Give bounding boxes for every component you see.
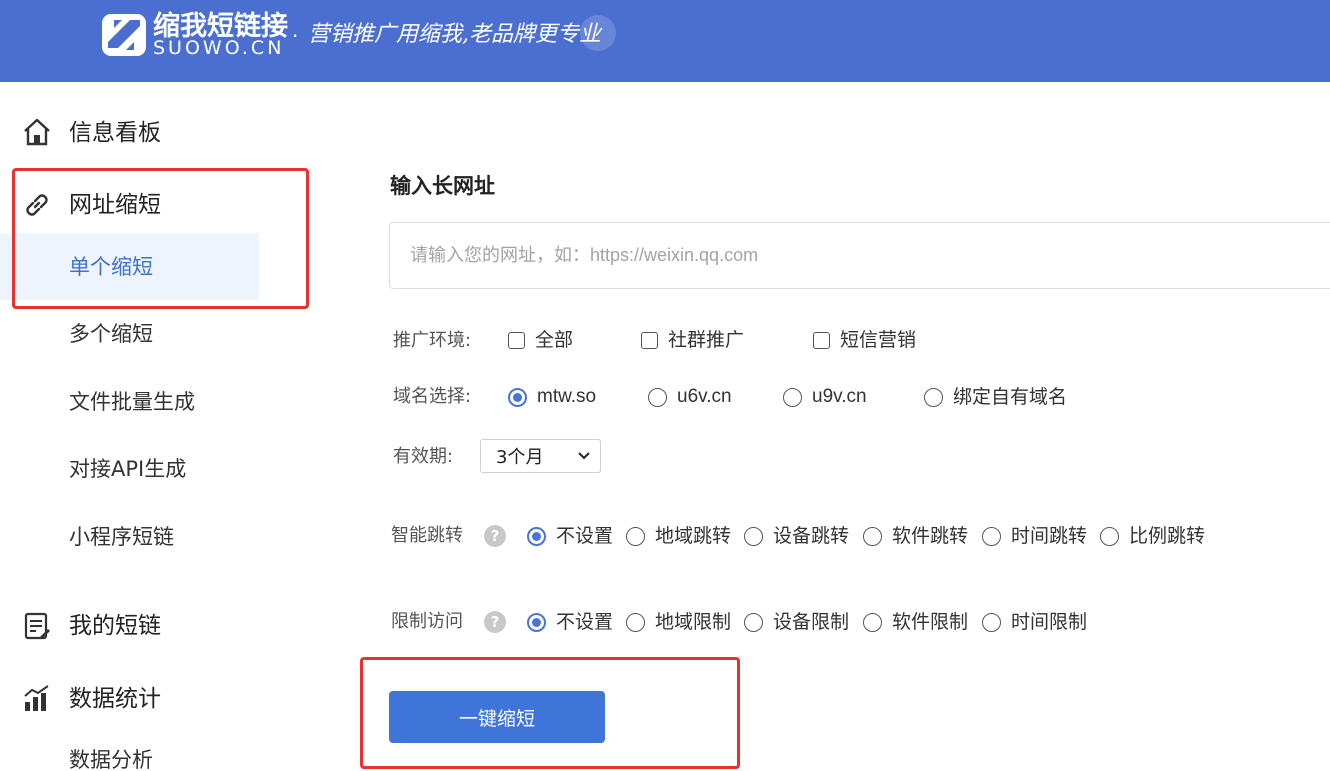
brand-domain: SUOWO.CN xyxy=(153,37,285,59)
option-label: 不设置 xyxy=(556,525,614,547)
validity-selected-value: 3个月 xyxy=(496,447,544,468)
sidebar-item-api[interactable]: 对接API生成 xyxy=(69,454,186,484)
limit-access-radio-device[interactable]: 设备限制 xyxy=(744,610,849,634)
radio-button[interactable] xyxy=(648,387,667,407)
sidebar-item-miniprogram[interactable]: 小程序短链 xyxy=(69,522,174,552)
option-label: 设备跳转 xyxy=(773,525,850,547)
top-header: 缩我短链接 SUOWO.CN · 营销推广用缩我,老品牌更专业 xyxy=(0,0,1330,82)
limit-access-radio-time[interactable]: 时间限制 xyxy=(982,610,1087,634)
sidebar-item-multi-shorten[interactable]: 多个缩短 xyxy=(69,319,153,349)
option-label: 地域跳转 xyxy=(655,525,732,547)
checkbox-box[interactable] xyxy=(641,331,658,349)
chart-icon xyxy=(24,685,49,711)
radio-button[interactable] xyxy=(527,612,546,632)
radio-button[interactable] xyxy=(626,526,645,546)
long-url-input[interactable] xyxy=(389,222,1330,289)
checkbox-box[interactable] xyxy=(813,331,830,349)
option-label: 不设置 xyxy=(556,611,614,633)
sidebar-item-dashboard[interactable]: 信息看板 xyxy=(69,118,161,148)
radio-button[interactable] xyxy=(863,526,882,546)
home-icon xyxy=(24,118,50,146)
option-label: 全部 xyxy=(535,329,574,351)
promo-env-label: 推广环境: xyxy=(393,330,472,351)
promo-env-sms-checkbox[interactable]: 短信营销 xyxy=(813,328,916,352)
limit-access-radio-none[interactable]: 不设置 xyxy=(527,610,613,634)
option-label: 地域限制 xyxy=(655,611,732,633)
brand-slogan: 营销推广用缩我,老品牌更专业 xyxy=(308,22,601,47)
radio-button[interactable] xyxy=(527,526,546,546)
option-label: 设备限制 xyxy=(773,611,850,633)
validity-label: 有效期: xyxy=(393,446,454,467)
radio-button[interactable] xyxy=(508,387,527,407)
limit-access-radio-software[interactable]: 软件限制 xyxy=(863,610,968,634)
limit-access-radio-region[interactable]: 地域限制 xyxy=(626,610,731,634)
option-label: 时间跳转 xyxy=(1011,525,1088,547)
radio-button[interactable] xyxy=(744,526,763,546)
smart-redirect-radio-ratio[interactable]: 比例跳转 xyxy=(1100,524,1205,548)
option-label: 社群推广 xyxy=(668,329,745,351)
brand-separator: · xyxy=(292,24,299,48)
smart-redirect-radio-region[interactable]: 地域跳转 xyxy=(626,524,731,548)
smart-redirect-radio-device[interactable]: 设备跳转 xyxy=(744,524,849,548)
smart-redirect-radio-time[interactable]: 时间跳转 xyxy=(982,524,1087,548)
domain-radio-u6v[interactable]: u6v.cn xyxy=(648,385,732,409)
logo-icon xyxy=(102,14,146,56)
option-label: u6v.cn xyxy=(677,386,732,407)
radio-button[interactable] xyxy=(783,387,802,407)
domain-label: 域名选择: xyxy=(393,386,472,407)
promo-env-community-checkbox[interactable]: 社群推广 xyxy=(641,328,744,352)
domain-radio-custom[interactable]: 绑定自有域名 xyxy=(924,385,1067,409)
domain-radio-mtw[interactable]: mtw.so xyxy=(508,385,596,409)
sidebar-item-data-analysis[interactable]: 数据分析 xyxy=(69,745,153,771)
checkbox-box[interactable] xyxy=(508,331,525,349)
smart-redirect-radio-none[interactable]: 不设置 xyxy=(527,524,613,548)
list-icon xyxy=(24,612,50,640)
domain-radio-u9v[interactable]: u9v.cn xyxy=(783,385,867,409)
promo-env-all-checkbox[interactable]: 全部 xyxy=(508,328,573,352)
option-label: 软件跳转 xyxy=(892,525,969,547)
radio-button[interactable] xyxy=(863,612,882,632)
radio-button[interactable] xyxy=(982,526,1001,546)
sidebar-item-my-links[interactable]: 我的短链 xyxy=(69,611,161,641)
radio-button[interactable] xyxy=(744,612,763,632)
smart-redirect-radio-software[interactable]: 软件跳转 xyxy=(863,524,968,548)
option-label: 绑定自有域名 xyxy=(953,386,1068,408)
sidebar-item-statistics[interactable]: 数据统计 xyxy=(69,684,161,714)
section-title: 输入长网址 xyxy=(390,174,495,198)
radio-button[interactable] xyxy=(626,612,645,632)
option-label: mtw.so xyxy=(537,386,597,407)
option-label: 软件限制 xyxy=(892,611,969,633)
highlight-box-sidebar xyxy=(12,168,309,309)
chevron-down-icon xyxy=(578,452,590,460)
limit-access-label: 限制访问 xyxy=(391,611,463,632)
option-label: 短信营销 xyxy=(840,329,917,351)
smart-redirect-label: 智能跳转 xyxy=(391,525,463,546)
shorten-button[interactable]: 一键缩短 xyxy=(389,691,605,743)
sidebar-item-file-batch[interactable]: 文件批量生成 xyxy=(69,387,195,417)
radio-button[interactable] xyxy=(1100,526,1119,546)
option-label: 时间限制 xyxy=(1011,611,1088,633)
validity-select[interactable]: 3个月 xyxy=(480,439,601,473)
help-icon[interactable]: ? xyxy=(484,611,506,633)
radio-button[interactable] xyxy=(982,612,1001,632)
option-label: u9v.cn xyxy=(812,386,867,407)
radio-button[interactable] xyxy=(924,387,943,407)
option-label: 比例跳转 xyxy=(1129,525,1206,547)
help-icon[interactable]: ? xyxy=(484,525,506,547)
